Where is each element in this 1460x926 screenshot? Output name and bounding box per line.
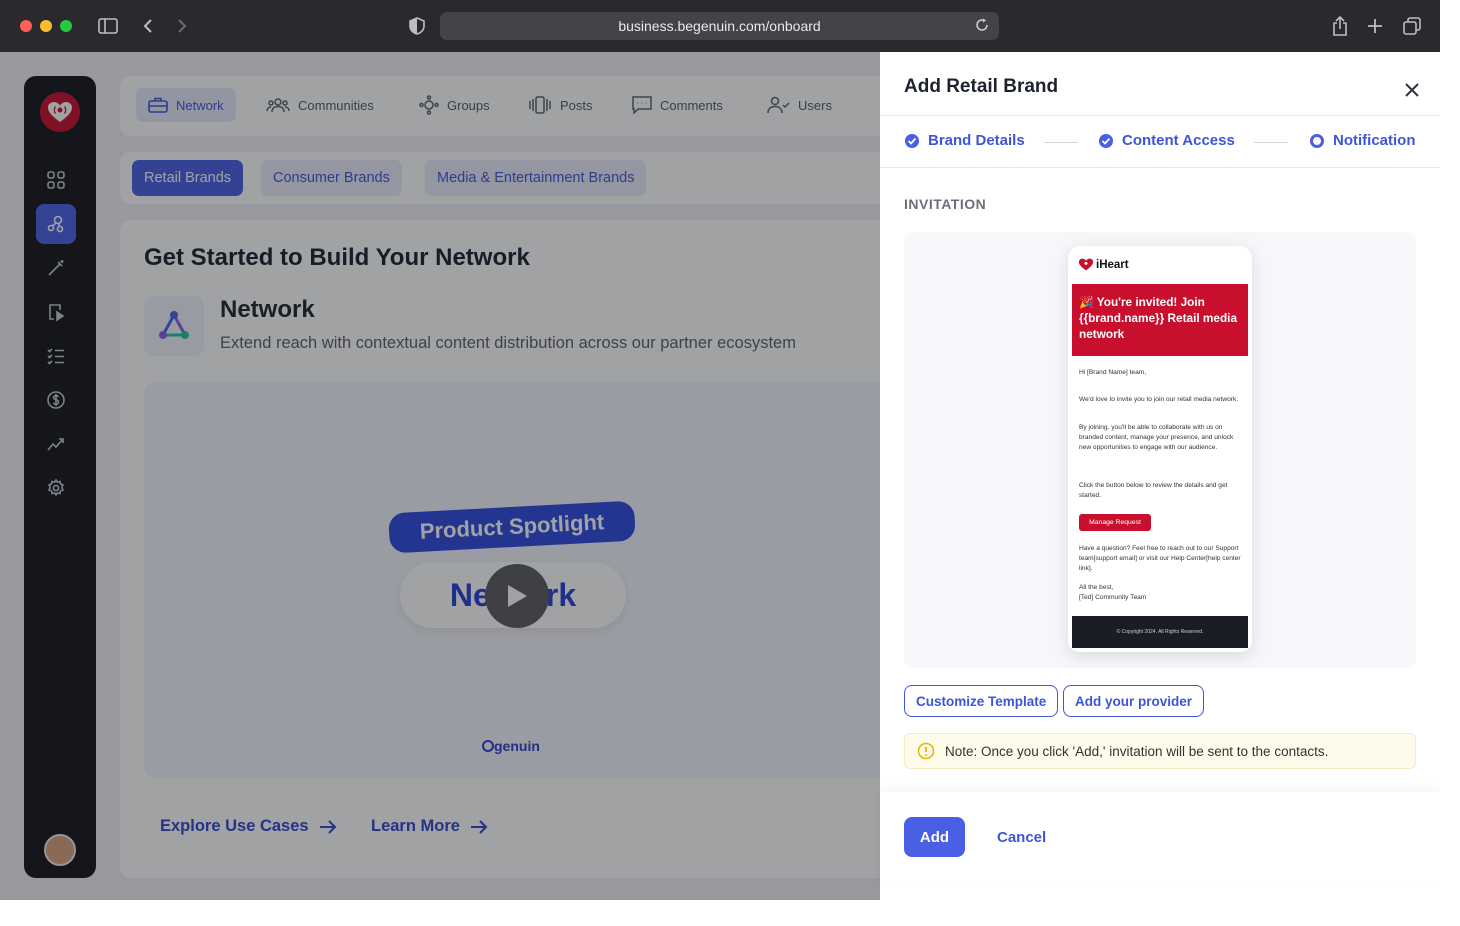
email-paragraph: We'd love to invite you to join our reta… [1079,396,1239,403]
new-tab-icon[interactable] [1363,14,1387,38]
check-circle-icon [1099,133,1113,148]
current-step-icon [1310,133,1324,148]
email-paragraph: Click the button below to review the det… [1079,482,1228,499]
add-retail-brand-panel: Add Retail Brand Brand Details Content A… [880,52,1440,900]
url-bar[interactable]: business.begenuin.com/onboard [440,12,999,40]
reload-icon[interactable] [975,18,989,35]
close-icon [1405,83,1419,97]
add-button[interactable]: Add [904,817,965,857]
info-icon [917,742,935,760]
panel-title: Add Retail Brand [904,76,1059,97]
email-greeting: Hi [Brand Name] team, [1079,369,1147,376]
panel-footer: Add Cancel [880,792,1440,882]
email-signoff: [Ted] Community Team [1079,594,1147,601]
shield-icon[interactable] [405,14,429,38]
cancel-button[interactable]: Cancel [997,817,1046,857]
modal-backdrop[interactable] [0,52,880,900]
sidebar-toggle-icon[interactable] [96,14,120,38]
divider [880,115,1440,116]
share-icon[interactable] [1328,14,1352,38]
email-footer: © Copyright 2024. All Rights Reserved. [1072,616,1248,648]
browser-window: business.begenuin.com/onboard Network Co… [0,0,1440,900]
email-signoff: All the best, [1079,584,1114,591]
email-banner: 🎉 You're invited! Join {{brand.name}} Re… [1072,284,1248,356]
manage-request-button: Manage Request [1079,514,1151,531]
note-banner: Note: Once you click 'Add,' invitation w… [904,733,1416,769]
back-icon[interactable] [136,14,160,38]
email-paragraph: By joining, you'll be able to collaborat… [1079,424,1234,451]
note-text: Note: Once you click 'Add,' invitation w… [945,743,1329,759]
add-provider-button[interactable]: Add your provider [1063,685,1205,717]
close-window-button[interactable] [20,20,32,32]
email-paragraph: Have a question? Feel free to reach out … [1079,545,1241,572]
browser-toolbar: business.begenuin.com/onboard [0,0,1440,52]
section-label: INVITATION [904,196,987,212]
step-connector [1254,142,1288,143]
divider [880,167,1440,168]
zoom-window-button[interactable] [60,20,72,32]
iheart-email-logo: iHeart [1078,258,1129,271]
step-connector [1044,142,1078,143]
iheart-icon [1078,258,1094,271]
step-content-access[interactable]: Content Access [1098,132,1235,149]
minimize-window-button[interactable] [40,20,52,32]
step-notification[interactable]: Notification [1309,132,1416,149]
check-circle-icon [905,133,919,148]
phone-mockup: iHeart 🎉 You're invited! Join {{brand.na… [1068,246,1252,652]
customize-template-button[interactable]: Customize Template [904,685,1059,717]
tabs-overview-icon[interactable] [1400,14,1424,38]
url-text: business.begenuin.com/onboard [618,18,821,34]
close-button[interactable] [1400,78,1424,102]
forward-icon[interactable] [170,14,194,38]
email-preview: iHeart 🎉 You're invited! Join {{brand.na… [904,232,1416,668]
step-brand-details[interactable]: Brand Details [904,132,1025,149]
